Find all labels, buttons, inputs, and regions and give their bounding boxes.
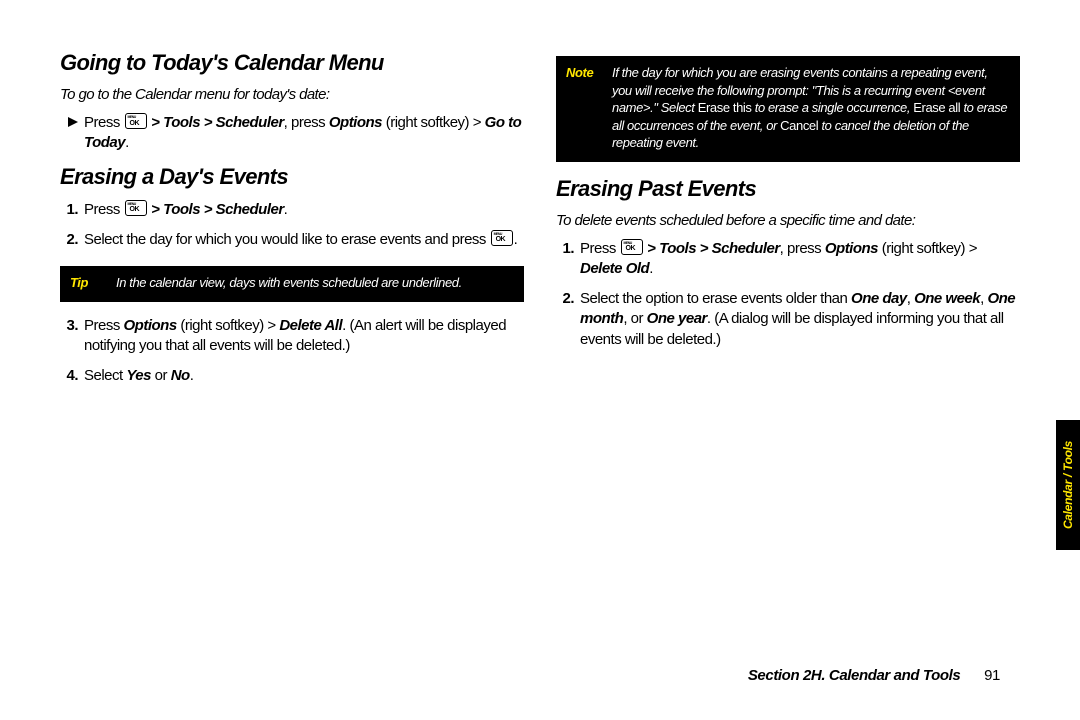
menu-ok-key-icon (491, 230, 513, 246)
note-tag: Note (566, 64, 612, 152)
step-number: 2. (60, 230, 84, 250)
note-callout: Note If the day for which you are erasin… (556, 56, 1020, 162)
right-column: Note If the day for which you are erasin… (556, 50, 1020, 680)
step-1: 1. Press > Tools > Scheduler, press Opti… (556, 239, 1020, 280)
bullet-item: Press > Tools > Scheduler, press Options… (60, 113, 524, 154)
note-body: If the day for which you are erasing eve… (612, 64, 1010, 152)
intro-going-today: To go to the Calendar menu for today's d… (60, 86, 524, 103)
tip-callout: Tip In the calendar view, days with even… (60, 266, 524, 302)
intro-erasing-past: To delete events scheduled before a spec… (556, 212, 1020, 229)
step-2: 2. Select the option to erase events old… (556, 289, 1020, 350)
left-column: Going to Today's Calendar Menu To go to … (60, 50, 524, 680)
page-body: Going to Today's Calendar Menu To go to … (0, 0, 1080, 720)
step-number: 1. (60, 200, 84, 220)
step-2: 2. Select the day for which you would li… (60, 230, 524, 250)
tip-tag: Tip (70, 274, 116, 292)
arrow-icon (60, 113, 84, 154)
step-number: 2. (556, 289, 580, 350)
bullet-text: Press > Tools > Scheduler, press Options… (84, 113, 524, 154)
menu-ok-key-icon (125, 200, 147, 216)
tip-body: In the calendar view, days with events s… (116, 274, 514, 292)
step-3: 3. Press Options (right softkey) > Delet… (60, 316, 524, 357)
page-footer: Section 2H. Calendar and Tools 91 (748, 667, 1000, 684)
step-4: 4. Select Yes or No. (60, 366, 524, 386)
side-tab-label: Calendar / Tools (1061, 441, 1075, 529)
heading-erasing-day: Erasing a Day's Events (60, 164, 524, 190)
heading-going-today: Going to Today's Calendar Menu (60, 50, 524, 76)
step-number: 3. (60, 316, 84, 357)
heading-erasing-past: Erasing Past Events (556, 176, 1020, 202)
menu-ok-key-icon (621, 239, 643, 255)
menu-ok-key-icon (125, 113, 147, 129)
side-tab: Calendar / Tools (1056, 420, 1080, 550)
footer-section: Section 2H. Calendar and Tools (748, 667, 961, 684)
page-number: 91 (984, 667, 1000, 684)
step-number: 1. (556, 239, 580, 280)
step-1: 1. Press > Tools > Scheduler. (60, 200, 524, 220)
step-number: 4. (60, 366, 84, 386)
